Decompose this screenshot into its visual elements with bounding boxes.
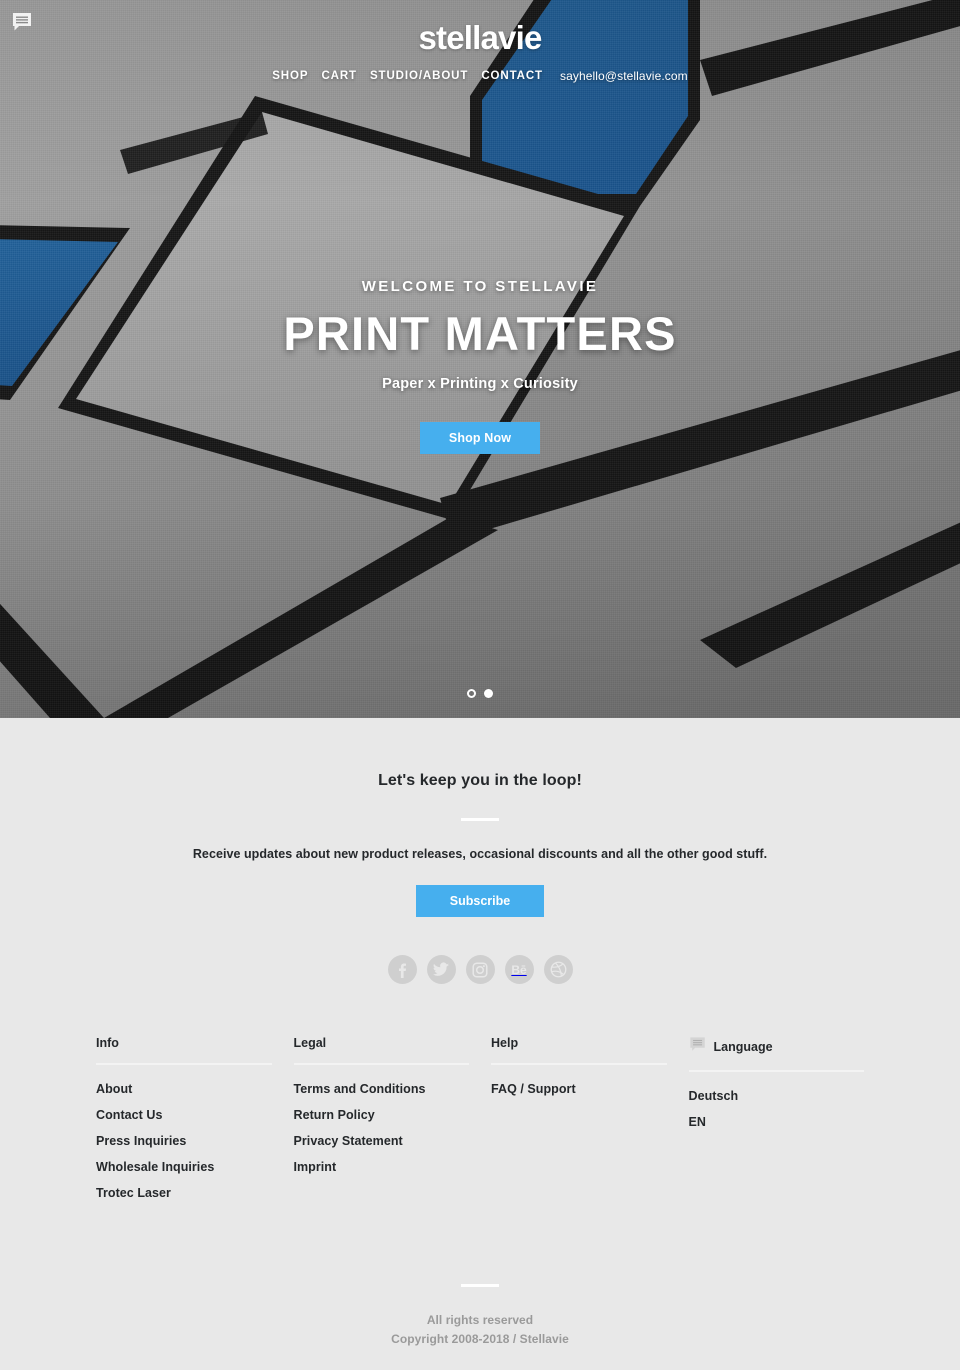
footer-list-language: Deutsch EN (689, 1087, 865, 1131)
footer-link-terms-and-conditions[interactable]: Terms and Conditions (294, 1082, 426, 1096)
footer-link-about[interactable]: About (96, 1082, 132, 1096)
hero-subheadline: Paper x Printing x Curiosity (382, 376, 578, 393)
footer-link-press-inquiries[interactable]: Press Inquiries (96, 1134, 186, 1148)
list-item: EN (689, 1113, 865, 1131)
newsletter-title: Let's keep you in the loop! (378, 772, 582, 789)
shop-now-button[interactable]: Shop Now (419, 422, 541, 455)
carousel-dot-2[interactable] (484, 689, 493, 698)
hero-content: WELCOME TO STELLAVIE PRINT MATTERS Paper… (0, 278, 960, 455)
footer-list-help: FAQ / Support (491, 1080, 667, 1098)
copyright-section: All rights reserved Copyright 2008-2018 … (0, 1210, 960, 1370)
list-item: Contact Us (96, 1106, 272, 1124)
list-item: Imprint (294, 1158, 470, 1176)
hero-headline: PRINT MATTERS (283, 307, 677, 360)
list-item: Return Policy (294, 1106, 470, 1124)
footer-link-faq-support[interactable]: FAQ / Support (491, 1082, 576, 1096)
behance-icon[interactable]: Bē (504, 955, 534, 984)
list-item: Press Inquiries (96, 1132, 272, 1150)
footer-link-trotec-laser[interactable]: Trotec Laser (96, 1186, 171, 1200)
carousel-dot-1[interactable] (467, 689, 476, 698)
list-item: Deutsch (689, 1087, 865, 1105)
copyright-line-2: Copyright 2008-2018 / Stellavie (391, 1331, 569, 1346)
speech-bubble-icon (689, 1036, 707, 1057)
nav-item-email[interactable]: sayhello@stellavie.com (560, 69, 688, 83)
language-option-en[interactable]: EN (689, 1115, 706, 1129)
dribbble-icon[interactable] (543, 955, 573, 984)
footer-link-contact-us[interactable]: Contact Us (96, 1108, 162, 1122)
footer-heading-help: Help (491, 1036, 667, 1065)
nav-item-contact[interactable]: CONTACT (481, 70, 543, 82)
language-option-deutsch[interactable]: Deutsch (689, 1089, 739, 1103)
footer-heading-language: Language (688, 1036, 864, 1072)
site-logo[interactable]: stellavie (0, 19, 960, 56)
footer-link-return-policy[interactable]: Return Policy (294, 1108, 375, 1122)
footer-link-imprint[interactable]: Imprint (294, 1160, 337, 1174)
footer-heading-legal: Legal (293, 1036, 469, 1065)
copyright-line-1: All rights reserved (426, 1313, 534, 1327)
hero-eyebrow: WELCOME TO STELLAVIE (361, 278, 599, 295)
footer-list-info: About Contact Us Press Inquiries Wholesa… (96, 1080, 272, 1202)
footer-list-legal: Terms and Conditions Return Policy Priva… (294, 1080, 470, 1176)
list-item: Trotec Laser (96, 1184, 272, 1202)
instagram-icon[interactable] (465, 955, 495, 984)
nav-item-shop[interactable]: SHOP (272, 70, 308, 82)
list-item: Privacy Statement (294, 1132, 470, 1150)
facebook-icon[interactable] (387, 955, 417, 984)
twitter-icon[interactable] (426, 955, 456, 984)
site-footer: Info About Contact Us Press Inquiries Wh… (0, 984, 960, 1370)
newsletter-section: Let's keep you in the loop! Receive upda… (0, 718, 960, 984)
subscribe-button[interactable]: Subscribe (415, 885, 545, 917)
footer-column-language: Language Deutsch EN (688, 1036, 865, 1210)
hero-section: stellavie SHOP CART STUDIO/ABOUT CONTACT… (0, 0, 960, 718)
list-item: About (96, 1080, 272, 1098)
carousel-dots (0, 689, 960, 698)
footer-column-info: Info About Contact Us Press Inquiries Wh… (96, 1036, 272, 1210)
chat-bubble-icon[interactable] (8, 8, 36, 36)
list-item: Terms and Conditions (294, 1080, 470, 1098)
footer-heading-help-label: Help (491, 1036, 519, 1050)
footer-bottom-spacer (0, 1348, 960, 1370)
footer-heading-info: Info (96, 1036, 272, 1065)
footer-column-legal: Legal Terms and Conditions Return Policy… (293, 1036, 470, 1210)
footer-columns: Info About Contact Us Press Inquiries Wh… (96, 1036, 864, 1210)
footer-heading-legal-label: Legal (293, 1036, 327, 1050)
copyright-divider (461, 1284, 499, 1287)
behance-glyph: Bē (511, 962, 527, 977)
site-header: stellavie SHOP CART STUDIO/ABOUT CONTACT… (0, 0, 960, 83)
newsletter-divider (461, 818, 499, 821)
main-navigation: SHOP CART STUDIO/ABOUT CONTACT sayhello@… (0, 69, 960, 83)
footer-link-wholesale-inquiries[interactable]: Wholesale Inquiries (96, 1160, 214, 1174)
nav-item-cart[interactable]: CART (321, 70, 357, 82)
newsletter-description: Receive updates about new product releas… (192, 847, 768, 861)
footer-link-privacy-statement[interactable]: Privacy Statement (294, 1134, 403, 1148)
list-item: Wholesale Inquiries (96, 1158, 272, 1176)
nav-item-studio-about[interactable]: STUDIO/ABOUT (370, 70, 468, 82)
footer-heading-info-label: Info (96, 1036, 119, 1050)
social-links: Bē (0, 955, 960, 984)
footer-column-help: Help FAQ / Support (491, 1036, 667, 1210)
list-item: FAQ / Support (491, 1080, 667, 1098)
footer-heading-language-label: Language (713, 1039, 773, 1054)
